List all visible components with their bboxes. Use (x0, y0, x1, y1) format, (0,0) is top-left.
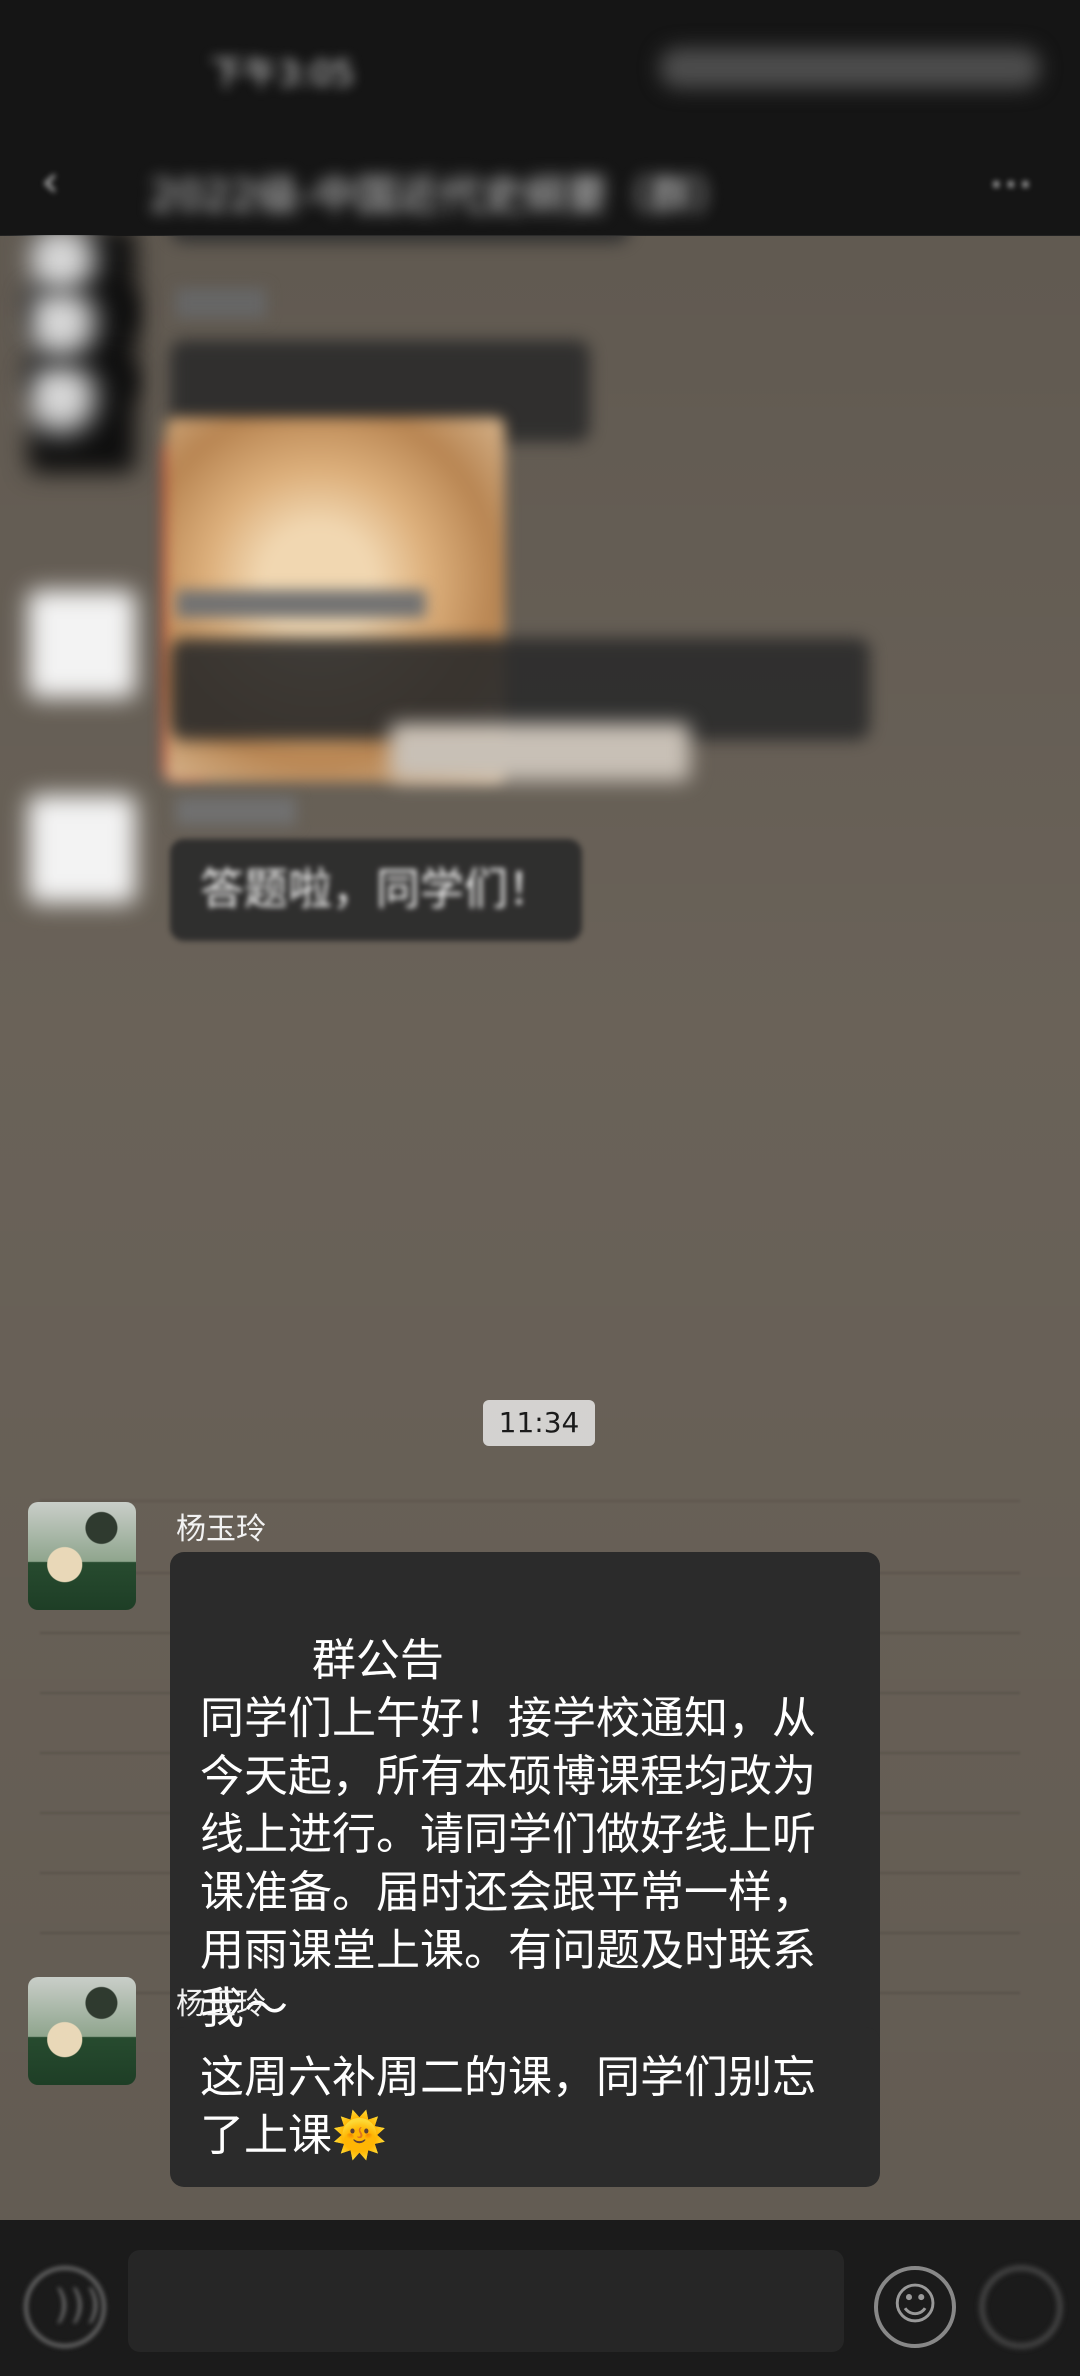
message-bubble[interactable]: 这周六补周二的课，同学们别忘了上课🌞 (170, 2027, 880, 2187)
sender-name (176, 797, 296, 825)
voice-button[interactable]: ))) (24, 2266, 106, 2348)
message-bubble[interactable] (170, 235, 630, 243)
status-indicators (660, 48, 1040, 88)
message-input[interactable] (128, 2250, 844, 2352)
arrow-left-icon[interactable]: ‹ (26, 158, 74, 206)
plus-icon[interactable] (980, 2266, 1062, 2348)
message-bubble[interactable]: 答题啦，同学们！ (170, 839, 582, 941)
avatar[interactable] (28, 795, 136, 903)
status-bar: 下午3:05 (0, 0, 1080, 140)
message-text: 答题啦，同学们！ (200, 864, 552, 915)
announcement-text: 群公告 同学们上午好！接学校通知，从今天起，所有本硕博课程均改为线上进行。请同学… (200, 1635, 816, 2034)
emoji-icon[interactable]: ☺ (874, 2266, 956, 2348)
sender-name: 杨玉玲 (176, 1987, 266, 2022)
chat-header: ‹ 2022级-中国近代史纲要（群） ⋯ (0, 140, 1080, 236)
message-list[interactable]: 答题啦，同学们！ 11:34 杨玉玲 群公告 同学们上午好！接学校通知，从今天起… (0, 235, 1080, 2220)
sender-name (176, 288, 266, 318)
avatar[interactable] (28, 590, 136, 698)
system-notice (390, 723, 690, 781)
more-dots-icon[interactable]: ⋯ (976, 162, 1046, 206)
avatar[interactable] (28, 1977, 136, 2085)
status-time: 下午3:05 (210, 54, 355, 94)
chat-screen: 下午3:05 ‹ 2022级-中国近代史纲要（群） ⋯ 答题啦，同学们！ 11:… (0, 0, 1080, 2376)
voice-icon: ))) (54, 2282, 101, 2328)
sender-name: 杨玉玲 (176, 1512, 266, 1547)
timestamp: 11:34 (483, 1400, 595, 1446)
message-text: 这周六补周二的课，同学们别忘了上课🌞 (200, 2052, 816, 2161)
composer-bar: ))) ☺ (0, 2220, 1080, 2376)
avatar[interactable] (28, 365, 136, 473)
chat-title: 2022级-中国近代史纲要（群） (150, 171, 735, 220)
avatar[interactable] (28, 1502, 136, 1610)
sender-name (176, 590, 426, 618)
